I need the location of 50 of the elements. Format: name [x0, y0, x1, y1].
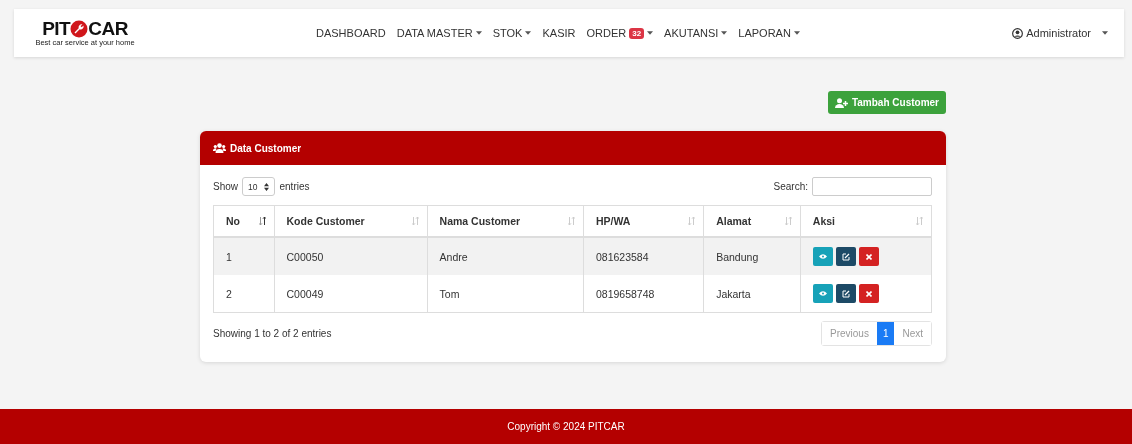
- sort-icon: [258, 217, 266, 225]
- search-label: Search:: [773, 181, 808, 192]
- close-icon: [865, 253, 872, 260]
- edit-icon: [841, 252, 850, 261]
- table-cell: Bandung: [703, 237, 801, 275]
- delete-button[interactable]: [858, 247, 879, 266]
- table-cell: Andre: [427, 237, 584, 275]
- edit-button[interactable]: [835, 284, 856, 303]
- table-cell: 0819658748: [583, 275, 704, 313]
- length-label: entries: [279, 181, 310, 192]
- table-cell: 2: [213, 275, 275, 313]
- table-cell: 081623584: [583, 237, 704, 275]
- copyright-text: Copyright © 2024 PITCAR: [507, 421, 625, 432]
- nav-item[interactable]: KASIR: [542, 27, 576, 39]
- logo-text: CAR: [88, 19, 128, 38]
- card-title: Data Customer: [230, 142, 302, 154]
- sort-caret-icon: [264, 182, 270, 191]
- nav-item[interactable]: ORDER 32: [586, 27, 654, 39]
- table-cell: C00049: [274, 275, 428, 313]
- nav-item[interactable]: DATA MASTER: [396, 27, 482, 39]
- sort-icon: [688, 217, 696, 225]
- nav-item[interactable]: STOK: [492, 27, 532, 39]
- delete-button[interactable]: [858, 284, 879, 303]
- edit-button[interactable]: [835, 247, 856, 266]
- sort-icon: [411, 217, 419, 225]
- table-cell: Tom: [427, 275, 584, 313]
- eye-icon: [818, 254, 827, 259]
- table-cell: 1: [213, 237, 275, 275]
- search-field[interactable]: [812, 177, 932, 196]
- nav-item[interactable]: AKUTANSI: [664, 27, 728, 39]
- table-cell: C00050: [274, 237, 428, 275]
- user-plus-icon: [834, 97, 848, 108]
- page-size-select[interactable]: 10: [242, 177, 276, 196]
- nav-item[interactable]: DASHBOARD: [316, 27, 386, 39]
- edit-icon: [841, 289, 850, 298]
- logo-text: PIT: [42, 19, 71, 38]
- users-icon: [213, 143, 226, 153]
- count-badge: 32: [629, 27, 645, 39]
- length-label: Show: [213, 181, 238, 192]
- sort-icon: [784, 217, 792, 225]
- nav-item[interactable]: LAPORAN: [738, 27, 800, 39]
- sort-icon: [568, 217, 575, 225]
- table-info: Showing 1 to 2 of 2 entries: [213, 328, 332, 339]
- user-menu[interactable]: Administrator: [1012, 27, 1108, 39]
- eye-icon: [818, 291, 827, 296]
- wrench-logo-icon: [70, 19, 89, 38]
- user-icon: [1012, 27, 1024, 39]
- sort-icon: [916, 217, 923, 225]
- table-cell: Jakarta: [703, 275, 801, 313]
- close-icon: [865, 290, 872, 297]
